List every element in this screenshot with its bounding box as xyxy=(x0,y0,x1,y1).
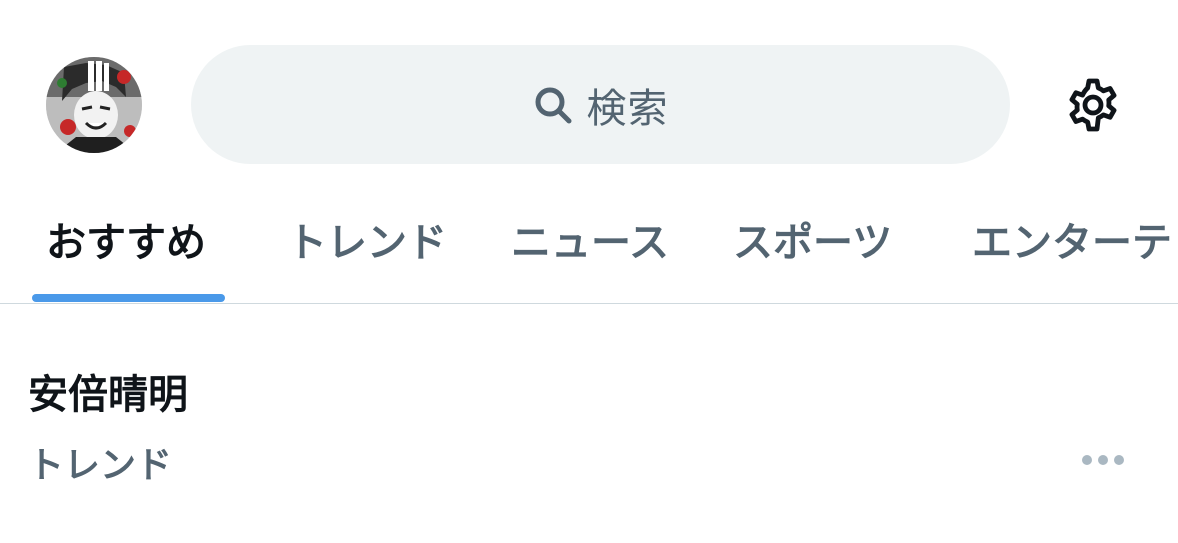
more-horizontal-icon xyxy=(1081,451,1125,470)
active-tab-indicator xyxy=(32,294,225,302)
trend-category: トレンド xyxy=(28,445,173,486)
tab-sports[interactable]: スポーツ xyxy=(733,210,892,268)
top-header: 検索 xyxy=(0,0,1178,180)
tab-trending[interactable]: トレンド xyxy=(287,210,447,268)
search-placeholder: 検索 xyxy=(586,85,669,132)
trend-item[interactable]: 安倍晴明 トレンド xyxy=(0,304,1178,543)
search-inner: 検索 xyxy=(533,76,669,134)
tab-recommended[interactable]: おすすめ xyxy=(46,210,206,268)
avatar-image xyxy=(46,57,142,153)
gear-icon xyxy=(1061,73,1125,141)
tab-bar: おすすめ トレンド ニュース スポーツ エンターテ xyxy=(0,180,1178,304)
search-icon xyxy=(533,85,573,125)
tab-entertainment[interactable]: エンターテ xyxy=(972,210,1172,268)
tab-news[interactable]: ニュース xyxy=(511,210,669,268)
search-bar[interactable]: 検索 xyxy=(191,45,1010,164)
settings-button[interactable] xyxy=(1058,72,1128,142)
trend-title: 安倍晴明 xyxy=(28,372,188,418)
avatar[interactable] xyxy=(46,57,142,153)
more-button[interactable] xyxy=(1076,444,1130,476)
